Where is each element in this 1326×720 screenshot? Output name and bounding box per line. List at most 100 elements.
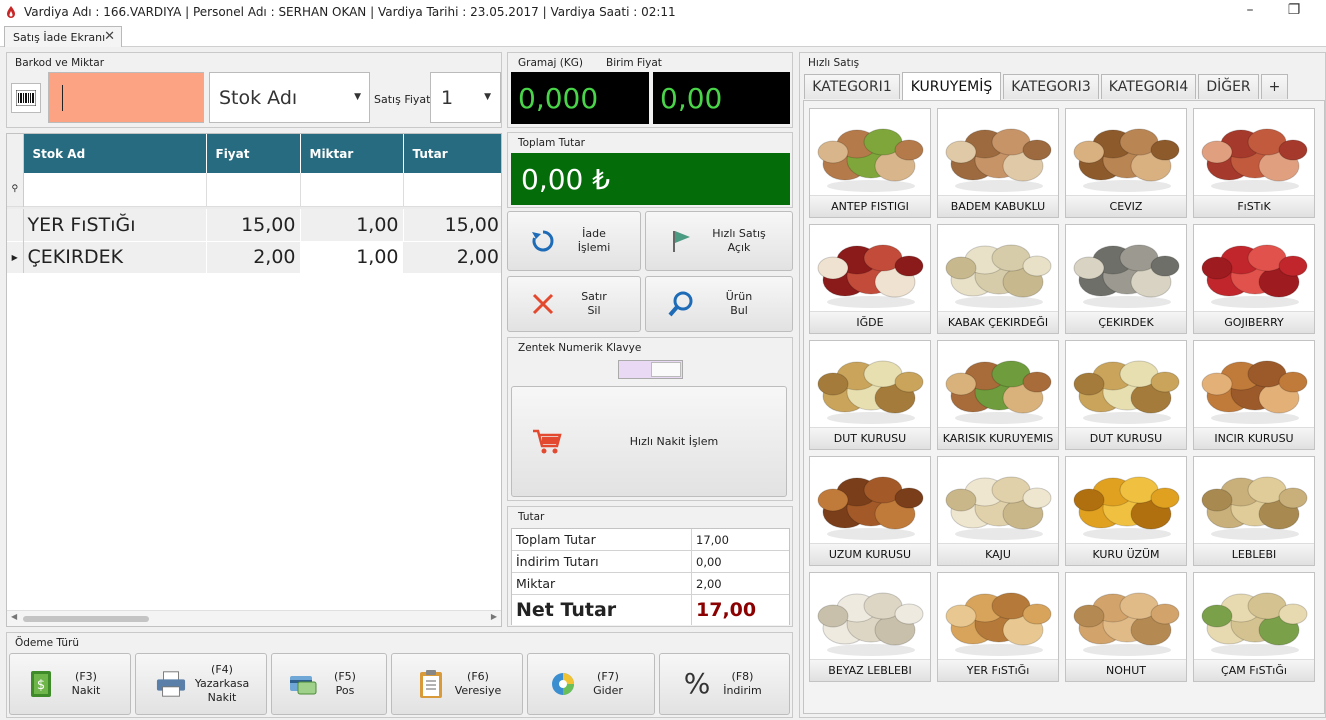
scroll-left-icon[interactable]: ◀ [11,612,17,621]
product-tile[interactable]: DUT KURUSU [809,340,931,450]
product-image [1071,576,1182,660]
product-label: DUT KURUSU [1066,427,1186,449]
satir-sil-button[interactable]: Satır Sil [507,276,641,332]
cell-name: ÇEKIRDEK [23,241,207,273]
close-tab-icon[interactable]: ✕ [104,29,115,44]
product-tile[interactable]: DUT KURUSU [1065,340,1187,450]
product-image [1199,460,1310,544]
hizli-nakit-button[interactable]: Hızlı Nakit İşlem [511,386,787,497]
pos-button[interactable]: (F5) Pos [271,653,387,715]
table-row[interactable]: YER FıSTıĞı 15,00 1,00 15,00 [7,209,501,241]
veresiye-button[interactable]: (F6) Veresiye [391,653,523,715]
cash-icon: $ [26,669,56,699]
text-cursor [62,85,63,111]
product-tile[interactable]: BEYAZ LEBLEBI [809,572,931,682]
col-fiyat[interactable]: Fiyat [206,134,301,173]
cell-name: YER FıSTıĞı [23,209,207,241]
product-tile[interactable]: ANTEP FISTIGI [809,108,931,218]
scrollbar-thumb[interactable] [23,616,149,622]
iade-islemi-button[interactable]: İade İşlemi [507,211,641,271]
product-tile[interactable]: CEVIZ [1065,108,1187,218]
tab-label: Satış İade Ekranı [13,30,106,44]
current-row-arrow-icon: ▶ [7,241,24,273]
tab-kategori4[interactable]: KATEGORI4 [1101,74,1196,99]
product-label: ÇEKIRDEK [1066,311,1186,333]
product-tile[interactable]: ÇAM FıSTıĞı [1193,572,1315,682]
product-label: UZUM KURUSU [810,543,930,565]
grid-corner [7,134,24,173]
tutar-key: Toplam Tutar [512,529,692,550]
product-tile[interactable]: YER FıSTıĞı [937,572,1059,682]
col-tutar[interactable]: Tutar [403,134,501,173]
product-tile[interactable]: IĞDE [809,224,931,334]
tab-satis-iade[interactable]: Satış İade Ekranı ✕ [4,26,122,47]
product-tile[interactable]: NOHUT [1065,572,1187,682]
minimize-button[interactable]: – [1230,2,1270,18]
col-stok-ad[interactable]: Stok Ad [23,134,207,173]
satis-fiyat-label: Satış Fiyat [374,93,431,106]
birim-fiyat-label: Birim Fiyat [606,57,662,69]
product-tile[interactable]: GOJIBERRY [1193,224,1315,334]
chart-pie-icon [548,669,578,699]
sale-grid: Stok Ad Fiyat Miktar Tutar ⚲ YER FıSTıĞı… [6,133,502,627]
product-tile[interactable]: KURU ÜZÜM [1065,456,1187,566]
cell-miktar: 1,00 [300,241,404,273]
card-icon [288,669,318,699]
filter-cell[interactable] [206,173,301,206]
scroll-right-icon[interactable]: ▶ [491,612,497,621]
net-tutar-value: 17,00 [696,599,757,621]
product-image [943,576,1054,660]
urun-bul-button[interactable]: Ürün Bul [645,276,793,332]
product-tile[interactable]: LEBLEBI [1193,456,1315,566]
product-tile[interactable]: BADEM KABUKLU [937,108,1059,218]
product-tile[interactable]: KARISIK KURUYEMIS [937,340,1059,450]
stok-adi-select[interactable]: Stok Adı ▼ [209,72,370,123]
product-tile[interactable]: KABAK ÇEKIRDEĞI [937,224,1059,334]
tab-diger[interactable]: DİĞER [1198,74,1259,99]
barkod-group-title: Barkod ve Miktar [15,57,105,69]
product-label: NOHUT [1066,659,1186,681]
keypad-group: Zentek Numerik Klavye Hızlı Nakit İşlem [507,337,793,501]
horizontal-scrollbar[interactable]: ◀ ▶ [7,610,501,626]
product-image [1199,344,1310,428]
product-tile[interactable]: KAJU [937,456,1059,566]
chevron-down-icon: ▼ [484,92,491,102]
barcode-button[interactable] [11,83,41,113]
tab-add[interactable]: + [1261,74,1288,99]
keypad-toggle[interactable] [618,360,683,379]
product-label: KARISIK KURUYEMIS [938,427,1058,449]
hizli-satis-title: Hızlı Satış [808,57,860,69]
restore-button[interactable]: ❐ [1274,2,1314,18]
tab-kategori1[interactable]: KATEGORI1 [804,74,900,99]
product-label: FıSTıK [1194,195,1314,217]
yazarkasa-nakit-button[interactable]: (F4) Yazarkasa Nakit [135,653,267,715]
tab-kategori3[interactable]: KATEGORI3 [1003,74,1099,99]
product-tile[interactable]: FıSTıK [1193,108,1315,218]
nakit-button[interactable]: $ (F3) Nakit [9,653,131,715]
product-label: KAJU [938,543,1058,565]
gider-button[interactable]: (F7) Gider [527,653,655,715]
filter-cell[interactable] [23,173,207,206]
indirim-button[interactable]: % (F8) İndirim [659,653,790,715]
hizli-nakit-label: Hızlı Nakit İşlem [629,434,719,448]
hizli-satis-button[interactable]: Hızlı Satış Açık [645,211,793,271]
filter-cell[interactable] [403,173,501,206]
tutar-row: Toplam Tutar 17,00 [512,529,789,551]
barkod-group: Barkod ve Miktar Stok Adı ▼ Satış Fiyat … [6,52,502,128]
qty-select[interactable]: 1 ▼ [430,72,501,123]
product-tile[interactable]: UZUM KURUSU [809,456,931,566]
barcode-input[interactable] [48,72,204,123]
product-label: CEVIZ [1066,195,1186,217]
filter-cell[interactable] [300,173,404,206]
cart-icon [532,427,562,457]
table-row[interactable]: ▶ ÇEKIRDEK 2,00 1,00 2,00 [7,241,501,273]
col-miktar[interactable]: Miktar [300,134,404,173]
tutar-key: İndirim Tutarı [512,551,692,572]
tutar-value: 17,00 [696,532,729,547]
tab-kuruyemis[interactable]: KURUYEMİŞ [902,72,1001,100]
tutar-key: Miktar [512,573,692,594]
product-tile[interactable]: ÇEKIRDEK [1065,224,1187,334]
product-tile[interactable]: INCIR KURUSU [1193,340,1315,450]
gramaj-label: Gramaj (KG) [518,57,584,69]
product-label: GOJIBERRY [1194,311,1314,333]
